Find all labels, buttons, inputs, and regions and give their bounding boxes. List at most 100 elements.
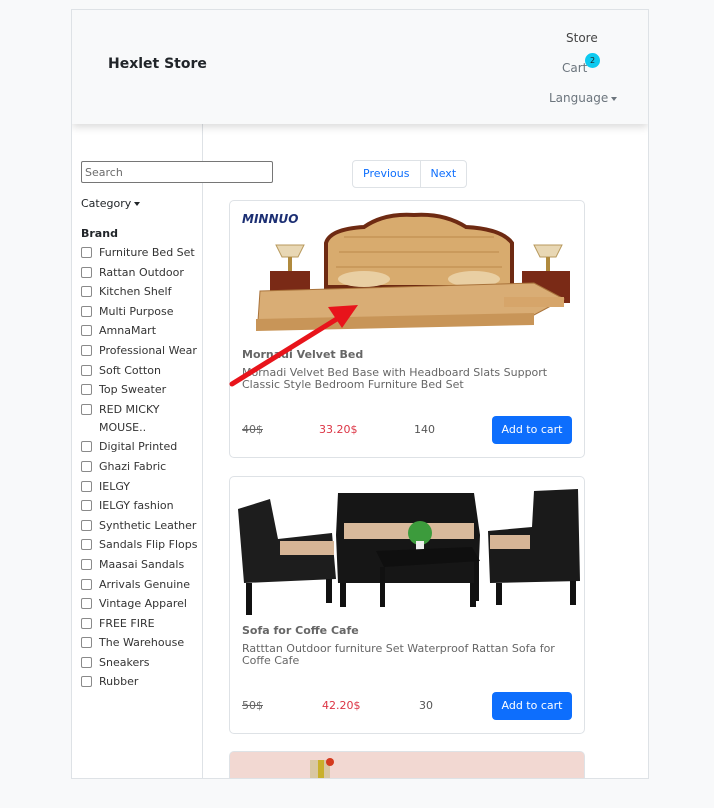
caret-down-icon [134,202,141,206]
pagination: Previous Next [352,160,468,188]
brand-filter-item[interactable]: RED MICKY MOUSE.. [81,401,199,437]
brand-label: Vintage Apparel [99,597,187,611]
stock-count: 140 [414,423,435,436]
search-input[interactable] [81,161,273,183]
product-card: Sofa for Coffe Cafe Ratttan Outdoor furn… [229,476,585,734]
brand-label: Digital Printed [99,440,178,454]
product-image-partial [230,752,584,778]
brand-label: FREE FIRE [99,616,155,630]
nav-store-link[interactable]: Store [566,31,598,45]
navbar: Hexlet Store Store Cart 2 Language [72,10,648,124]
product-card-partial [229,751,585,778]
brand-checkbox[interactable] [81,441,92,453]
brand-label: Maasai Sandals [99,557,185,571]
brand-label: Furniture Bed Set [99,246,195,259]
brand-label: Rattan Outdoor [99,265,184,279]
language-label: Language [549,91,609,105]
product-card: MINNUO Mornadi Velvet Bed Mornadi Velvet… [229,200,585,458]
brand-filter-item[interactable]: Arrivals Genuine [81,576,199,594]
brand-checkbox[interactable] [81,403,92,415]
add-to-cart-button[interactable]: Add to cart [492,692,572,720]
brand-checkbox[interactable] [81,500,92,512]
product-title[interactable]: Sofa for Coffe Cafe [242,624,359,637]
product-image-sofa[interactable] [234,483,582,615]
brand-checkbox[interactable] [81,656,92,668]
brand-checkbox[interactable] [81,539,92,551]
brand-checkbox[interactable] [81,247,92,258]
brand-checkbox[interactable] [81,305,92,317]
old-price: 50$ [242,699,263,712]
brand-checkbox[interactable] [81,558,92,570]
app-frame: Hexlet Store Store Cart 2 Language Categ… [71,9,649,779]
brand-label: IELGY [99,479,131,493]
brand-checkbox[interactable] [81,676,92,688]
nav-cart-link[interactable]: Cart [562,61,587,75]
brand-filter-item[interactable]: Vintage Apparel [81,595,199,613]
brand-filter-item[interactable]: FREE FIRE [81,615,199,633]
brand-label: Top Sweater [99,383,167,397]
old-price: 40$ [242,423,263,436]
add-to-cart-button[interactable]: Add to cart [492,416,572,444]
brand-label: Ghazi Fabric [99,459,167,473]
product-title[interactable]: Mornadi Velvet Bed [242,348,363,361]
cart-count-badge: 2 [585,53,600,68]
brand-checkbox[interactable] [81,344,92,356]
brand-checkbox[interactable] [81,578,92,590]
brand-title[interactable]: Hexlet Store [108,56,207,72]
brand-filter-item[interactable]: Kitchen Shelf [81,283,199,301]
brand-checkbox[interactable] [81,598,92,610]
language-dropdown[interactable]: Language [549,91,618,105]
brand-filter-heading: Brand [81,227,118,240]
brand-label: IELGY fashion [99,499,174,513]
brand-filter-item[interactable]: Furniture Bed Set [81,244,199,262]
product-description: Ratttan Outdoor furniture Set Waterproof… [242,642,555,667]
brand-filter-item[interactable]: Maasai Sandals [81,556,199,574]
product-image-bed[interactable]: MINNUO [234,207,582,339]
brand-filter-item[interactable]: Multi Purpose [81,303,199,321]
brand-filter-item[interactable]: IELGY [81,478,199,496]
brand-label: Sandals Flip Flops [99,538,198,552]
brand-label: Synthetic Leather [99,518,197,532]
stock-count: 30 [419,699,433,712]
brand-filter-item[interactable]: Top Sweater [81,381,199,399]
product-logo: MINNUO [242,212,298,226]
brand-label: Rubber [99,675,139,689]
brand-checkbox[interactable] [81,364,92,376]
brand-label: Professional Wear [99,343,197,357]
sale-price: 42.20$ [322,699,361,712]
sidebar-divider [202,124,203,778]
brand-filter-item[interactable]: Rubber [81,673,199,691]
brand-filter-item[interactable]: Sandals Flip Flops [81,536,199,554]
brand-label: RED MICKY MOUSE.. [99,402,160,434]
brand-checkbox[interactable] [81,519,92,531]
brand-label: Kitchen Shelf [99,285,172,299]
brand-checkbox[interactable] [81,637,92,649]
brand-label: Multi Purpose [99,304,174,318]
caret-down-icon [611,96,618,101]
brand-checkbox[interactable] [81,325,92,337]
brand-checkbox[interactable] [81,266,92,278]
brand-checkbox[interactable] [81,617,92,629]
brand-filter-item[interactable]: Ghazi Fabric [81,458,199,476]
next-page-button[interactable]: Next [419,161,467,187]
brand-filter-list: Furniture Bed Set Rattan Outdoor Kitchen S… [81,244,199,693]
brand-label: The Warehouse [99,636,185,650]
brand-filter-item[interactable]: The Warehouse [81,634,199,652]
brand-checkbox[interactable] [81,460,92,472]
brand-checkbox[interactable] [81,384,92,396]
brand-filter-item[interactable]: Synthetic Leather [81,517,199,535]
brand-label: Sneakers [99,655,150,669]
brand-filter-item[interactable]: IELGY fashion [81,497,199,515]
brand-checkbox[interactable] [81,480,92,492]
brand-filter-item[interactable]: Digital Printed [81,438,199,456]
category-label: Category [81,197,132,210]
brand-filter-item[interactable]: Soft Cotton [81,362,199,380]
brand-filter-item[interactable]: AmnaMart [81,322,199,340]
brand-filter-item[interactable]: Rattan Outdoor [81,264,199,282]
category-dropdown[interactable]: Category [81,197,141,210]
brand-filter-item[interactable]: Sneakers [81,654,199,672]
brand-label: Soft Cotton [99,363,161,377]
previous-page-button[interactable]: Previous [353,161,419,187]
brand-filter-item[interactable]: Professional Wear [81,342,199,360]
brand-checkbox[interactable] [81,286,92,298]
